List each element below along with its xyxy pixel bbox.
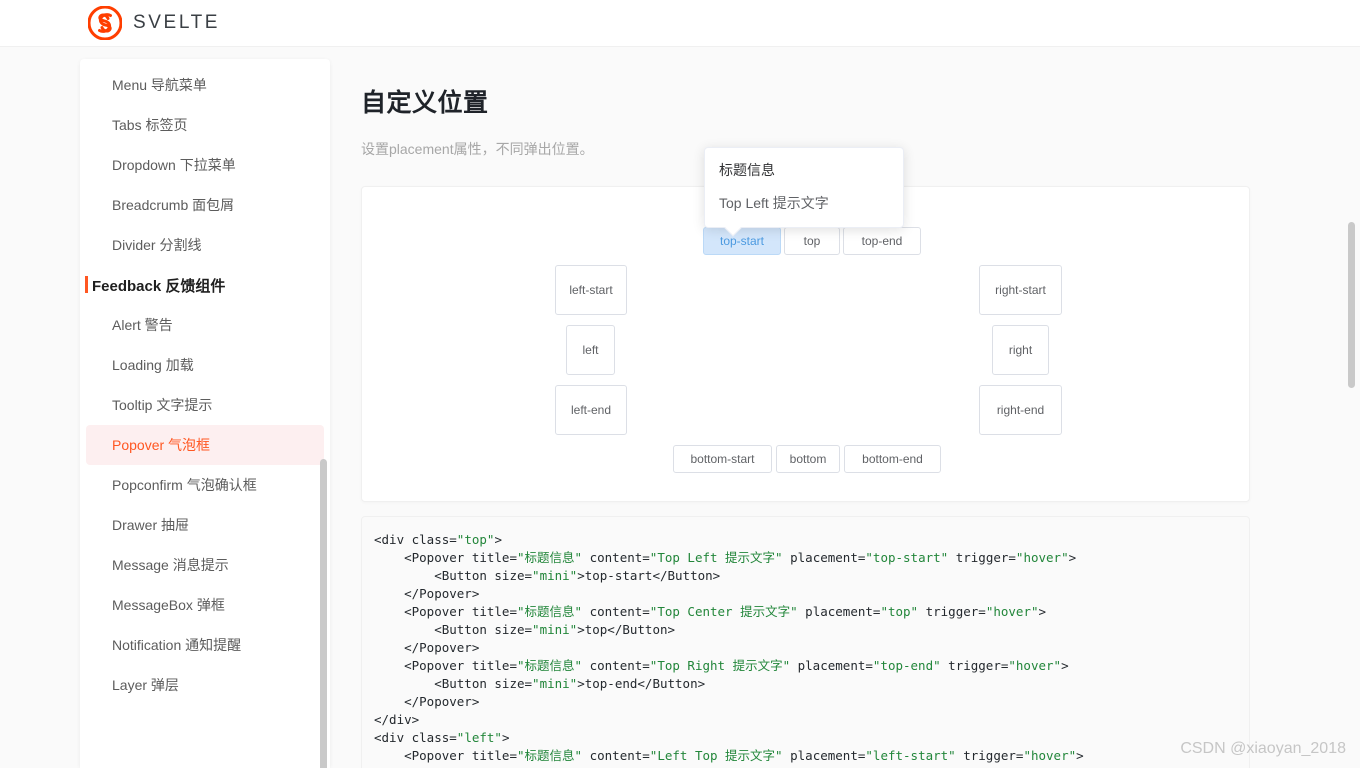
main-content-area: 自定义位置 设置placement属性，不同弹出位置。 标题信息 Top Lef…: [330, 47, 1360, 768]
placement-button-top-start[interactable]: top-start: [703, 227, 781, 255]
svelte-logo-icon: [88, 6, 122, 40]
sidebar-item-divider[interactable]: Divider 分割线: [86, 225, 324, 265]
page-title: 自定义位置: [361, 89, 489, 117]
sidebar-scroll-container: 表格 Menu 导航菜单 Tabs 标签页 Dropdown 下拉菜单 Brea…: [80, 59, 330, 768]
placement-button-left-start[interactable]: left-start: [555, 265, 627, 315]
brand-logo-link[interactable]: SVELTE: [88, 6, 220, 40]
placement-button-bottom[interactable]: bottom: [776, 445, 840, 473]
sidebar-item-partial-top[interactable]: 表格: [86, 59, 324, 65]
content-column: 自定义位置 设置placement属性，不同弹出位置。 标题信息 Top Lef…: [361, 47, 1281, 768]
code-snippet-text: <div class="top"> <Popover title="标题信息" …: [374, 532, 1084, 768]
code-snippet-box[interactable]: <div class="top"> <Popover title="标题信息" …: [361, 516, 1250, 768]
page-scrollbar[interactable]: [1348, 222, 1355, 388]
sidebar-item-tooltip[interactable]: Tooltip 文字提示: [86, 385, 324, 425]
sidebar-item-notification[interactable]: Notification 通知提醒: [86, 625, 324, 665]
placement-button-left-end[interactable]: left-end: [555, 385, 627, 435]
placement-button-right-start[interactable]: right-start: [979, 265, 1062, 315]
top-navigation-bar: SVELTE: [0, 0, 1360, 47]
page-body: 表格 Menu 导航菜单 Tabs 标签页 Dropdown 下拉菜单 Brea…: [0, 47, 1360, 768]
sidebar-item-popover[interactable]: Popover 气泡框: [86, 425, 324, 465]
watermark-label: CSDN @xiaoyan_2018: [1180, 740, 1346, 757]
sidebar-scrollbar[interactable]: [320, 459, 327, 768]
sidebar-item-breadcrumb[interactable]: Breadcrumb 面包屑: [86, 185, 324, 225]
placement-button-top[interactable]: top: [784, 227, 840, 255]
sidebar-item-popconfirm[interactable]: Popconfirm 气泡确认框: [86, 465, 324, 505]
sidebar-item-layer[interactable]: Layer 弹层: [86, 665, 324, 705]
sidebar-item-alert[interactable]: Alert 警告: [86, 305, 324, 345]
popover-title: 标题信息: [719, 162, 775, 178]
placement-button-right-end[interactable]: right-end: [979, 385, 1062, 435]
demo-preview-box: 标题信息 Top Left 提示文字 top-start top top-end…: [361, 147, 1250, 502]
sidebar-item-tabs[interactable]: Tabs 标签页: [86, 105, 324, 145]
sidebar-item-menu[interactable]: Menu 导航菜单: [86, 65, 324, 105]
sidebar-navigation: 表格 Menu 导航菜单 Tabs 标签页 Dropdown 下拉菜单 Brea…: [80, 59, 330, 768]
popover-content: Top Left 提示文字: [719, 195, 829, 211]
popover-panel: 标题信息 Top Left 提示文字: [704, 147, 904, 237]
placement-button-left[interactable]: left: [566, 325, 615, 375]
placement-button-top-end[interactable]: top-end: [843, 227, 921, 255]
placement-button-bottom-end[interactable]: bottom-end: [844, 445, 941, 473]
sidebar-group-feedback: Feedback 反馈组件: [80, 265, 330, 305]
placement-button-right[interactable]: right: [992, 325, 1049, 375]
placement-button-bottom-start[interactable]: bottom-start: [673, 445, 772, 473]
sidebar-item-messagebox[interactable]: MessageBox 弹框: [86, 585, 324, 625]
sidebar-item-drawer[interactable]: Drawer 抽屉: [86, 505, 324, 545]
sidebar-item-dropdown[interactable]: Dropdown 下拉菜单: [86, 145, 324, 185]
sidebar-item-message[interactable]: Message 消息提示: [86, 545, 324, 585]
brand-name: SVELTE: [133, 12, 221, 33]
sidebar-item-loading[interactable]: Loading 加载: [86, 345, 324, 385]
